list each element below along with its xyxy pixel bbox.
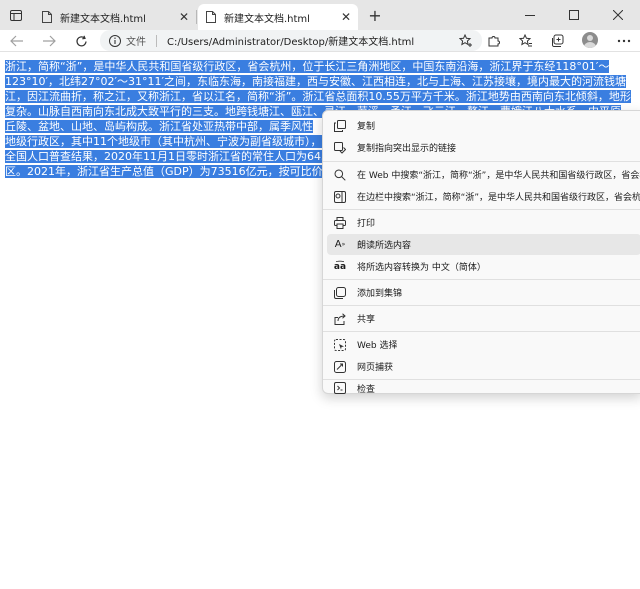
toolbar: 文件 C:/Users/Administrator/Desktop/新建文本文档… — [0, 30, 640, 52]
share-icon — [333, 312, 347, 326]
refresh-icon — [75, 35, 87, 46]
menu-item-print[interactable]: 打印 — [327, 212, 640, 233]
copy-link-icon — [333, 141, 347, 155]
tab-title: 新建文本文档.html — [60, 13, 146, 25]
close-icon: ✕ — [340, 10, 352, 24]
read-aloud-icon: A» — [334, 239, 346, 250]
tab-active[interactable]: 新建文本文档.html ✕ — [198, 4, 358, 30]
collections-icon — [333, 286, 347, 300]
tab-strip: 新建文本文档.html ✕ 新建文本文档.html ✕ + — [0, 0, 640, 30]
profile-avatar[interactable] — [582, 32, 598, 48]
address-divider — [156, 34, 157, 47]
menu-item-label: 复制指向突出显示的链接 — [357, 144, 457, 154]
address-scheme-label: 文件 — [126, 37, 146, 48]
menu-divider — [323, 161, 640, 162]
menu-item-web-capture[interactable]: 网页捕获 — [327, 356, 640, 377]
menu-item-translate[interactable]: a͡a 将所选内容转换为 中文（简体） — [327, 256, 640, 277]
menu-item-label: 打印 — [357, 219, 376, 229]
arrow-left-icon — [10, 35, 23, 47]
tab-close-button[interactable]: ✕ — [176, 9, 192, 25]
menu-item-sidebar-search[interactable]: 在边栏中搜索“浙江，简称“浙”，是中华人民共和国省级行政区，省会杭州，位 — [327, 186, 640, 207]
menu-item-add-to-collections[interactable]: 添加到集锦 — [327, 282, 640, 303]
menu-item-read-aloud[interactable]: A» 朗读所选内容 — [327, 234, 640, 255]
document-icon — [206, 11, 216, 23]
menu-item-share[interactable]: 共享 — [327, 308, 640, 329]
menu-item-label: 朗读所选内容 — [357, 241, 412, 251]
collections-button[interactable] — [548, 32, 568, 50]
extensions-button[interactable] — [484, 32, 504, 50]
collections-icon — [552, 34, 564, 47]
sidebar-search-icon — [333, 190, 347, 204]
maximize-icon — [569, 10, 579, 20]
menu-item-web-select[interactable]: Web 选择 — [327, 334, 640, 355]
menu-item-label: 添加到集锦 — [357, 289, 403, 299]
text-line: 江，因江流曲折，称之江，又称浙江，省以江名，简称“浙”。浙江省总面积10.55万… — [5, 90, 631, 103]
menu-item-web-search[interactable]: 在 Web 中搜索“浙江，简称“浙”，是中华人民共和国省级行政区，省会杭州，位 — [327, 164, 640, 185]
tab-inactive[interactable]: 新建文本文档.html ✕ — [34, 4, 196, 30]
web-select-icon — [333, 338, 347, 352]
tab-actions-button[interactable] — [6, 6, 26, 24]
close-icon — [613, 10, 623, 20]
tab-title: 新建文本文档.html — [224, 13, 310, 25]
forward-button[interactable] — [38, 31, 60, 51]
tab-actions-icon — [10, 9, 22, 21]
tab-divider — [196, 10, 197, 24]
menu-item-inspect[interactable]: 检查 — [327, 381, 640, 395]
star-add-icon — [459, 33, 472, 47]
text-line: 123°10′，北纬27°02′～31°11′之间，东临东海，南接福建，西与安徽… — [5, 75, 626, 88]
menu-item-label: 检查 — [357, 384, 376, 395]
plus-icon: + — [368, 5, 382, 25]
web-capture-icon — [333, 360, 347, 374]
puzzle-icon — [488, 36, 500, 47]
minimize-button[interactable] — [508, 0, 552, 30]
menu-divider — [323, 279, 640, 280]
settings-menu-button[interactable] — [614, 32, 634, 50]
text-line: 丘陵、盆地、山地、岛屿构成。浙江省处亚热带中部，属季风性 — [5, 120, 313, 133]
menu-divider — [323, 305, 640, 306]
menu-item-label: 网页捕获 — [357, 363, 394, 373]
context-menu: 复制 复制指向突出显示的链接 在 Web 中搜索“浙江，简称“浙”，是中华人民共… — [322, 110, 640, 395]
favorites-button[interactable] — [516, 32, 536, 50]
inspect-icon — [333, 381, 347, 395]
translate-icon: a͡a — [333, 261, 347, 272]
text-line: 地级行政区，其中11个地级市（其中杭州、宁波为副省级城市）， — [5, 135, 322, 148]
address-url[interactable]: C:/Users/Administrator/Desktop/新建文本文档.ht… — [167, 33, 458, 48]
text-line: 全国人口普查结果，2020年11月1日零时浙江省的常住人口为645 — [5, 150, 328, 163]
tab-close-button[interactable]: ✕ — [338, 9, 354, 25]
new-tab-button[interactable]: + — [364, 5, 386, 25]
minimize-icon — [525, 15, 535, 16]
window-close-button[interactable] — [596, 0, 640, 30]
address-bar[interactable]: 文件 C:/Users/Administrator/Desktop/新建文本文档… — [100, 30, 482, 51]
menu-divider — [323, 209, 640, 210]
menu-item-label: 将所选内容转换为 中文（简体） — [357, 263, 486, 273]
text-line: 区。2021年，浙江省生产总值（GDP）为73516亿元，按可比价 — [5, 165, 323, 178]
menu-item-label: 在边栏中搜索“浙江，简称“浙”，是中华人民共和国省级行政区，省会杭州，位 — [357, 193, 640, 203]
favorite-button[interactable] — [458, 33, 474, 49]
favorites-star-icon — [519, 34, 532, 47]
arrow-right-icon — [43, 35, 56, 47]
back-button[interactable] — [6, 31, 28, 51]
menu-item-label: Web 选择 — [357, 341, 398, 351]
copy-icon — [333, 119, 347, 133]
print-icon — [333, 216, 347, 230]
maximize-button[interactable] — [552, 0, 596, 30]
menu-item-copy[interactable]: 复制 — [327, 115, 640, 136]
menu-divider — [323, 331, 640, 332]
search-icon — [333, 168, 347, 182]
menu-item-label: 复制 — [357, 122, 376, 132]
info-icon[interactable] — [108, 34, 122, 48]
menu-item-label: 共享 — [357, 315, 376, 325]
menu-divider — [323, 379, 640, 380]
close-icon: ✕ — [178, 10, 190, 24]
menu-item-copy-link[interactable]: 复制指向突出显示的链接 — [327, 137, 640, 158]
more-icon — [617, 39, 631, 43]
refresh-button[interactable] — [70, 31, 92, 51]
text-line: 浙江，简称“浙”，是中华人民共和国省级行政区，省会杭州，位于长江三角洲地区，中国… — [5, 60, 610, 73]
document-icon — [42, 11, 52, 23]
menu-item-label: 在 Web 中搜索“浙江，简称“浙”，是中华人民共和国省级行政区，省会杭州，位 — [357, 171, 640, 181]
